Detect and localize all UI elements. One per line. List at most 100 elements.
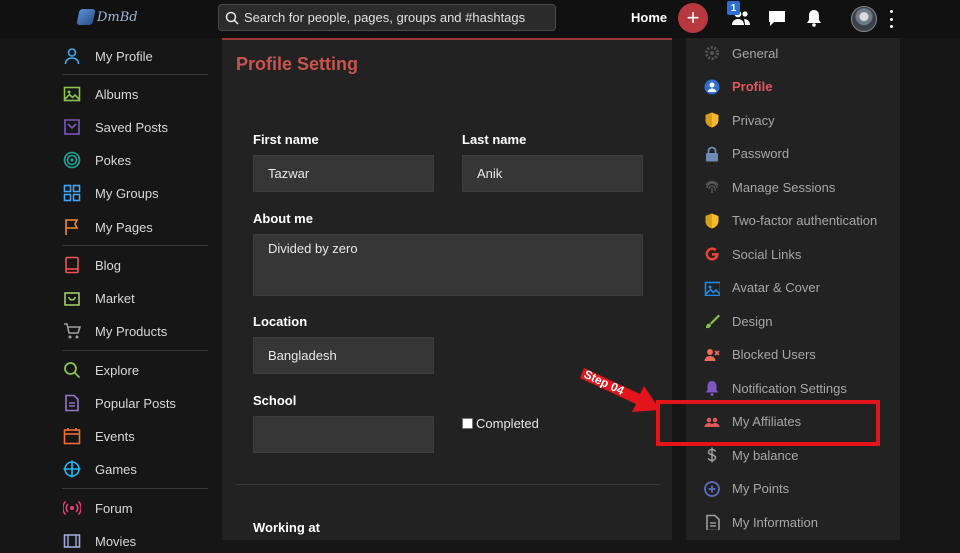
grid-icon (63, 184, 81, 202)
sidebar-item-my-profile[interactable]: My Profile (63, 44, 153, 68)
sidebar-item-label: My Groups (95, 185, 159, 201)
settings-item-social-links[interactable]: Social Links (704, 244, 801, 264)
site-logo[interactable]: DmBd (76, 6, 138, 28)
logo-mark-icon (76, 9, 96, 25)
step-arrow-annotation: Step 04 (580, 367, 660, 412)
points-icon (704, 480, 720, 497)
settings-item-my-points[interactable]: My Points (704, 479, 789, 499)
section-divider (236, 484, 660, 485)
search-icon (225, 11, 239, 25)
settings-item-privacy[interactable]: Privacy (704, 110, 775, 130)
settings-item-my-balance[interactable]: My balance (704, 445, 798, 465)
google-icon (705, 247, 719, 261)
settings-item-label: General (732, 45, 779, 61)
settings-menu: General Profile Privacy Password Manage Sess… (686, 38, 900, 540)
settings-item-general[interactable]: General (704, 43, 778, 63)
sidebar-item-saved-posts[interactable]: Saved Posts (63, 115, 168, 139)
settings-item-label: My balance (732, 447, 799, 463)
gear-icon (705, 46, 719, 60)
sidebar-item-forum[interactable]: Forum (63, 496, 133, 520)
top-bar: DmBd Home + 1 (0, 0, 960, 38)
settings-item-label: Social Links (732, 246, 802, 262)
sidebar-item-my-products[interactable]: My Products (63, 319, 167, 343)
school-input[interactable] (253, 416, 434, 453)
location-input[interactable] (253, 337, 434, 374)
last-name-input[interactable] (462, 155, 643, 192)
sidebar-item-label: My Products (95, 323, 168, 339)
settings-item-notification-settings[interactable]: Notification Settings (704, 378, 847, 398)
settings-item-blocked-users[interactable]: Blocked Users (704, 345, 816, 365)
search-icon (64, 362, 81, 379)
working-at-label: Working at (253, 520, 320, 535)
settings-item-label: My Points (732, 481, 790, 496)
create-button[interactable]: + (678, 3, 708, 33)
sidebar-item-label: My Profile (95, 48, 153, 64)
user-icon (64, 48, 80, 65)
brush-icon (706, 314, 720, 329)
settings-item-label: Two-factor authentication (732, 213, 878, 228)
about-me-textarea[interactable]: Divided by zero (253, 234, 643, 296)
search-box[interactable] (218, 4, 556, 31)
sidebar-item-label: Saved Posts (95, 119, 168, 135)
sidebar-item-pokes[interactable]: Pokes (63, 148, 131, 172)
sidebar-item-my-pages[interactable]: My Pages (63, 215, 153, 239)
messages-button[interactable] (767, 8, 787, 28)
settings-item-label: My Information (732, 514, 818, 530)
sidebar-item-market[interactable]: Market (63, 286, 135, 310)
settings-item-profile[interactable]: Profile (704, 77, 772, 97)
plus-icon: + (686, 5, 700, 30)
sidebar-item-label: Games (95, 461, 137, 477)
settings-item-label: Profile (732, 79, 773, 94)
settings-item-password[interactable]: Password (704, 144, 789, 164)
settings-item-label: Avatar & Cover (732, 280, 820, 295)
page-title: Profile Setting (236, 54, 359, 74)
notifications-button[interactable] (804, 8, 824, 28)
sidebar-divider (62, 488, 208, 489)
messages-icon (769, 11, 785, 26)
sidebar-item-blog[interactable]: Blog (63, 253, 121, 277)
settings-item-avatar-cover[interactable]: Avatar & Cover (704, 278, 820, 298)
fingerprint-icon (705, 181, 719, 193)
calendar-icon (63, 428, 81, 445)
broadcast-icon (63, 500, 81, 516)
settings-item-two-factor-authentication[interactable]: Two-factor authentication (704, 211, 877, 231)
settings-item-design[interactable]: Design (704, 311, 772, 331)
settings-item-my-information[interactable]: My Information (704, 512, 818, 532)
sidebar-item-movies[interactable]: Movies (63, 529, 136, 553)
sidebar-item-events[interactable]: Events (63, 424, 135, 448)
completed-checkbox[interactable] (462, 418, 473, 429)
completed-checkbox-row[interactable]: Completed (462, 416, 539, 431)
profile-icon (704, 79, 720, 94)
bell-icon (807, 10, 821, 27)
sidebar-item-popular-posts[interactable]: Popular Posts (63, 391, 176, 415)
sidebar-item-label: Movies (95, 533, 137, 549)
search-input[interactable] (244, 10, 544, 25)
settings-item-label: Manage Sessions (732, 179, 836, 195)
settings-item-label: Blocked Users (732, 347, 816, 362)
image-icon (63, 86, 81, 102)
document-icon (706, 514, 720, 530)
sidebar-item-explore[interactable]: Explore (63, 358, 139, 382)
film-icon (63, 534, 81, 548)
first-name-input[interactable] (253, 155, 434, 192)
home-link[interactable]: Home (631, 10, 667, 25)
crosshair-icon (63, 460, 81, 478)
location-label: Location (253, 314, 308, 329)
user-block-icon (704, 348, 720, 361)
lock-icon (706, 146, 718, 161)
settings-item-label: Notification Settings (732, 380, 847, 396)
sidebar-item-label: Blog (95, 257, 122, 273)
settings-item-manage-sessions[interactable]: Manage Sessions (704, 177, 835, 197)
sidebar-item-my-groups[interactable]: My Groups (63, 181, 159, 205)
bell-icon (705, 381, 719, 396)
settings-item-label: Privacy (732, 112, 775, 128)
sidebar-item-label: Events (95, 428, 135, 444)
more-menu-icon[interactable] (888, 10, 894, 28)
sidebar-item-games[interactable]: Games (63, 457, 137, 481)
shield-icon (705, 112, 719, 128)
sidebar-item-label: Pokes (95, 152, 132, 168)
cart-icon (64, 323, 81, 339)
user-avatar[interactable] (851, 6, 877, 32)
sidebar-item-albums[interactable]: Albums (63, 82, 138, 106)
flag-icon (65, 219, 79, 235)
